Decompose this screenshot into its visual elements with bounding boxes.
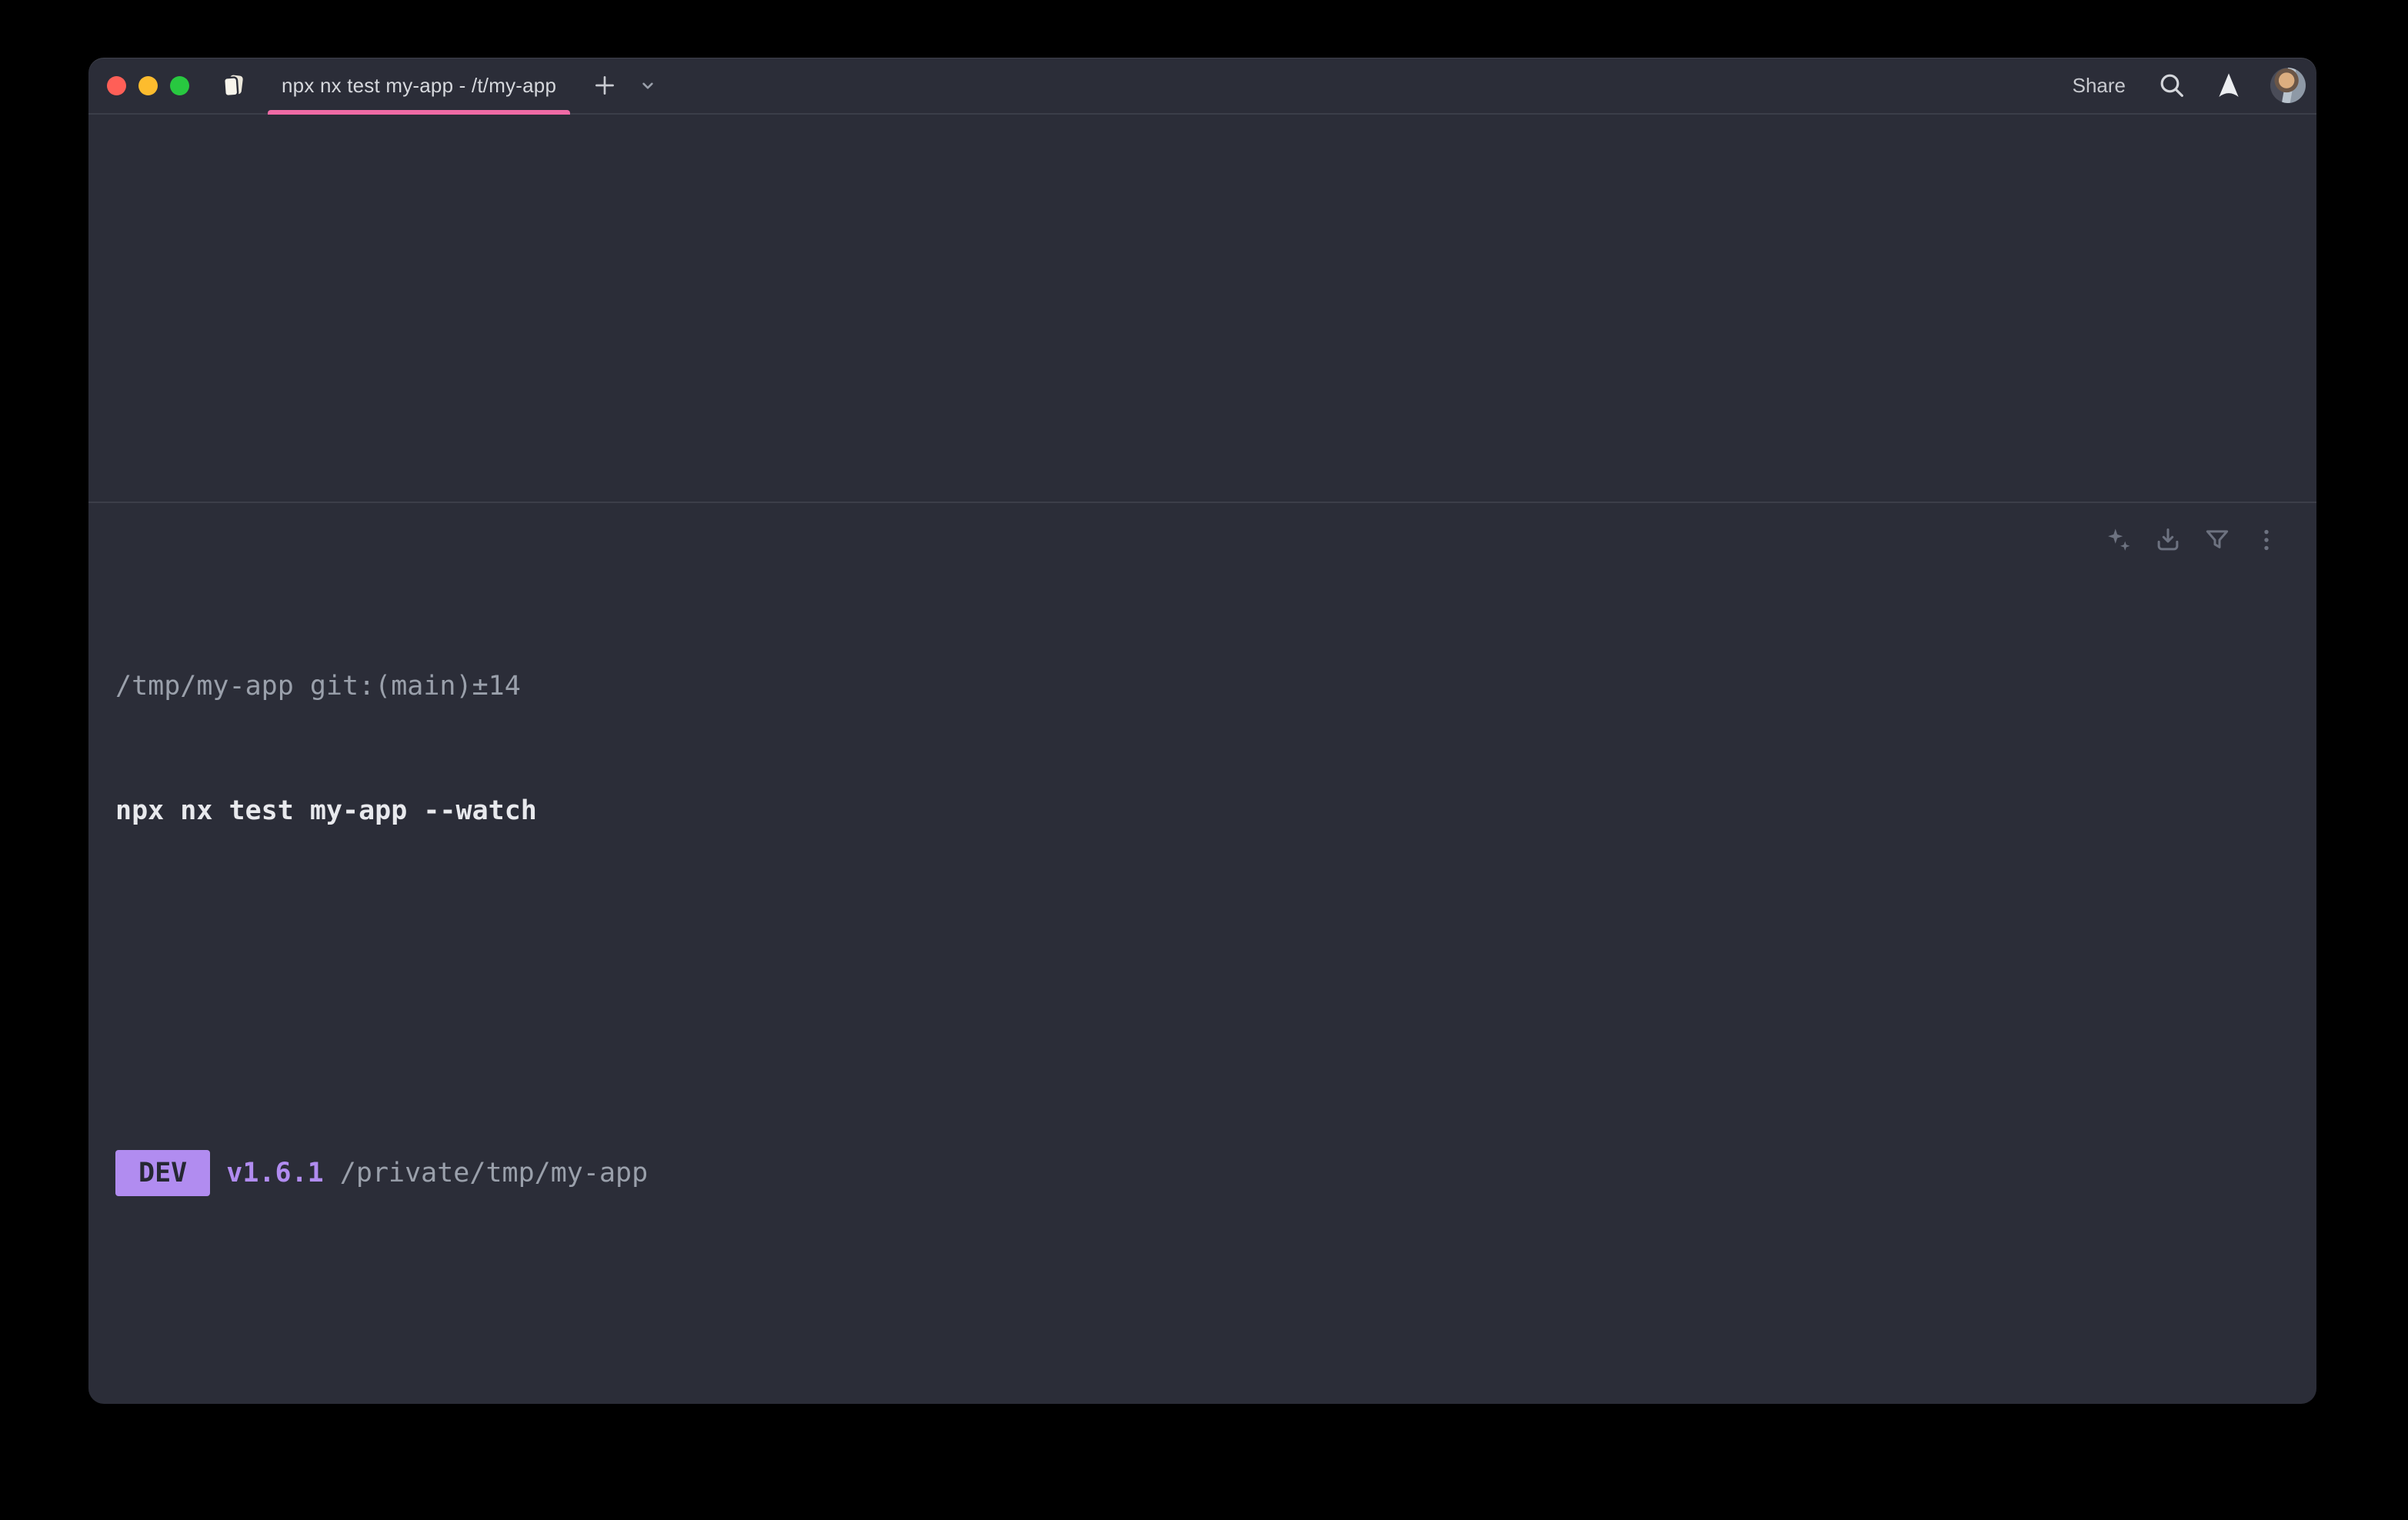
pages-icon — [217, 69, 249, 102]
active-tab-indicator — [268, 110, 570, 115]
scrollback-area[interactable] — [88, 115, 2316, 502]
tab-npx-nx-test[interactable]: npx nx test my-app - /t/my-app — [266, 58, 572, 113]
maximize-window-button[interactable] — [170, 76, 189, 95]
new-tab-button[interactable] — [592, 72, 618, 98]
search-button[interactable] — [2156, 70, 2187, 101]
magnifier-icon — [2156, 70, 2187, 101]
vitest-version: v1.6.1 — [210, 1158, 324, 1188]
prompt-line: /tmp/my-app git:(main)±14 — [115, 665, 2301, 707]
user-avatar[interactable] — [2270, 68, 2306, 103]
block-separator — [88, 502, 2316, 503]
chevron-down-icon — [638, 75, 658, 95]
terminal-output[interactable]: /tmp/my-app git:(main)±14 npx nx test my… — [115, 541, 2301, 1404]
traffic-lights — [107, 76, 189, 95]
tab-stack-button[interactable] — [217, 69, 249, 102]
vitest-cwd: /private/tmp/my-app — [324, 1158, 648, 1188]
terminal-window: npx nx test my-app - /t/my-app Share — [88, 58, 2316, 1404]
command-line: npx nx test my-app --watch — [115, 790, 2301, 832]
tab-title: npx nx test my-app - /t/my-app — [282, 74, 556, 98]
close-window-button[interactable] — [107, 76, 126, 95]
warp-logo-icon — [2213, 70, 2244, 101]
plus-icon — [592, 72, 618, 98]
warp-ai-button[interactable] — [2213, 70, 2244, 101]
blank-line — [115, 1316, 2301, 1358]
tab-dropdown-button[interactable] — [638, 75, 658, 95]
share-button[interactable]: Share — [2073, 74, 2126, 98]
minimize-window-button[interactable] — [138, 76, 158, 95]
vitest-dev-line: DEV v1.6.1 /private/tmp/my-app — [115, 1150, 2301, 1192]
dev-badge: DEV — [115, 1150, 210, 1196]
titlebar: npx nx test my-app - /t/my-app Share — [88, 58, 2316, 115]
command-output: DEV v1.6.1 /private/tmp/my-app ✓ src/app… — [115, 1025, 2301, 1404]
